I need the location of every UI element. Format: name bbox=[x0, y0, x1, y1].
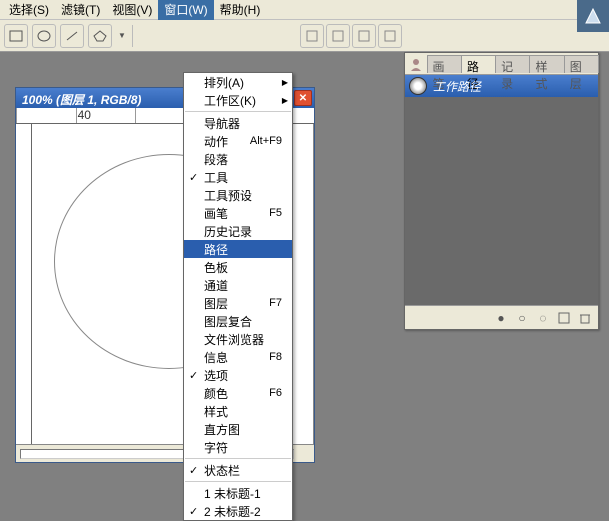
tool-extra-3[interactable] bbox=[352, 24, 376, 48]
menu-item-8[interactable]: 画笔F5 bbox=[184, 204, 292, 222]
menu-filter[interactable]: 滤镜(T) bbox=[55, 0, 106, 20]
menu-item-0[interactable]: 排列(A) bbox=[184, 73, 292, 91]
menu-item-14[interactable]: 图层复合 bbox=[184, 312, 292, 330]
paths-panel: 画笔路径记录样式图层 工作路径 ● ○ ◌ bbox=[404, 52, 599, 330]
menu-item-3[interactable]: 导航器 bbox=[184, 114, 292, 132]
panel-tab-1[interactable]: 路径 bbox=[461, 55, 496, 73]
menu-item-1[interactable]: 工作区(K) bbox=[184, 91, 292, 109]
tool-extra-4[interactable] bbox=[378, 24, 402, 48]
tool-extra-1[interactable] bbox=[300, 24, 324, 48]
menu-item-5[interactable]: 段落 bbox=[184, 150, 292, 168]
menu-item-17[interactable]: 选项 bbox=[184, 366, 292, 384]
tool-extra-2[interactable] bbox=[326, 24, 350, 48]
panel-header[interactable]: 画笔路径记录样式图层 bbox=[405, 53, 598, 75]
menubar: 选择(S) 滤镜(T) 视图(V) 窗口(W) 帮助(H) bbox=[0, 0, 609, 20]
menu-item-6[interactable]: 工具 bbox=[184, 168, 292, 186]
panel-user-icon bbox=[405, 53, 427, 75]
menu-item-11[interactable]: 色板 bbox=[184, 258, 292, 276]
path-thumbnail-icon bbox=[409, 77, 427, 95]
menu-view[interactable]: 视图(V) bbox=[106, 0, 158, 20]
panel-body: 工作路径 bbox=[405, 75, 598, 305]
close-icon[interactable]: ✕ bbox=[294, 90, 312, 106]
tool-line-icon[interactable] bbox=[60, 24, 84, 48]
menu-item-12[interactable]: 通道 bbox=[184, 276, 292, 294]
menu-item-21[interactable]: 字符 bbox=[184, 438, 292, 456]
panel-footer: ● ○ ◌ bbox=[405, 305, 598, 329]
menu-window[interactable]: 窗口(W) bbox=[158, 0, 213, 20]
app-logo bbox=[577, 0, 609, 32]
panel-tab-3[interactable]: 样式 bbox=[529, 55, 564, 73]
stroke-path-icon[interactable]: ○ bbox=[513, 309, 531, 327]
menu-item-23[interactable]: 状态栏 bbox=[184, 461, 292, 479]
menu-help[interactable]: 帮助(H) bbox=[214, 0, 267, 20]
menu-item-20[interactable]: 直方图 bbox=[184, 420, 292, 438]
menu-item-9[interactable]: 历史记录 bbox=[184, 222, 292, 240]
menu-item-15[interactable]: 文件浏览器 bbox=[184, 330, 292, 348]
delete-path-icon[interactable] bbox=[576, 309, 594, 327]
menu-item-18[interactable]: 颜色F6 bbox=[184, 384, 292, 402]
panel-tabs: 画笔路径记录样式图层 bbox=[427, 55, 598, 73]
menu-item-16[interactable]: 信息F8 bbox=[184, 348, 292, 366]
options-bar: ▼ bbox=[0, 20, 609, 52]
tool-rect-icon[interactable] bbox=[4, 24, 28, 48]
panel-tab-2[interactable]: 记录 bbox=[495, 55, 530, 73]
menu-item-13[interactable]: 图层F7 bbox=[184, 294, 292, 312]
menu-item-25[interactable]: 1 未标题-1 bbox=[184, 484, 292, 502]
path-item-label: 工作路径 bbox=[433, 78, 481, 95]
panel-tab-4[interactable]: 图层 bbox=[564, 55, 599, 73]
workspace: 100% (图层 1, RGB/8) ✕ 401 排列(A)工作区(K)导航器动… bbox=[0, 52, 609, 515]
tool-ellipse-icon[interactable] bbox=[32, 24, 56, 48]
menu-item-4[interactable]: 动作Alt+F9 bbox=[184, 132, 292, 150]
panel-tab-0[interactable]: 画笔 bbox=[427, 55, 462, 73]
fill-path-icon[interactable]: ● bbox=[492, 309, 510, 327]
tool-polygon-icon[interactable] bbox=[88, 24, 112, 48]
menu-select[interactable]: 选择(S) bbox=[3, 0, 55, 20]
menu-item-10[interactable]: 路径 bbox=[184, 240, 292, 258]
new-path-icon[interactable] bbox=[555, 309, 573, 327]
menu-item-7[interactable]: 工具预设 bbox=[184, 186, 292, 204]
ruler-vertical bbox=[16, 124, 32, 444]
selection-icon[interactable]: ◌ bbox=[534, 309, 552, 327]
window-menu-dropdown: 排列(A)工作区(K) 导航器动作Alt+F9段落工具工具预设画笔F5历史记录路径… bbox=[183, 72, 293, 521]
menu-item-26[interactable]: 2 未标题-2 bbox=[184, 502, 292, 520]
menu-item-19[interactable]: 样式 bbox=[184, 402, 292, 420]
dropdown-arrow-icon[interactable]: ▼ bbox=[118, 31, 126, 40]
